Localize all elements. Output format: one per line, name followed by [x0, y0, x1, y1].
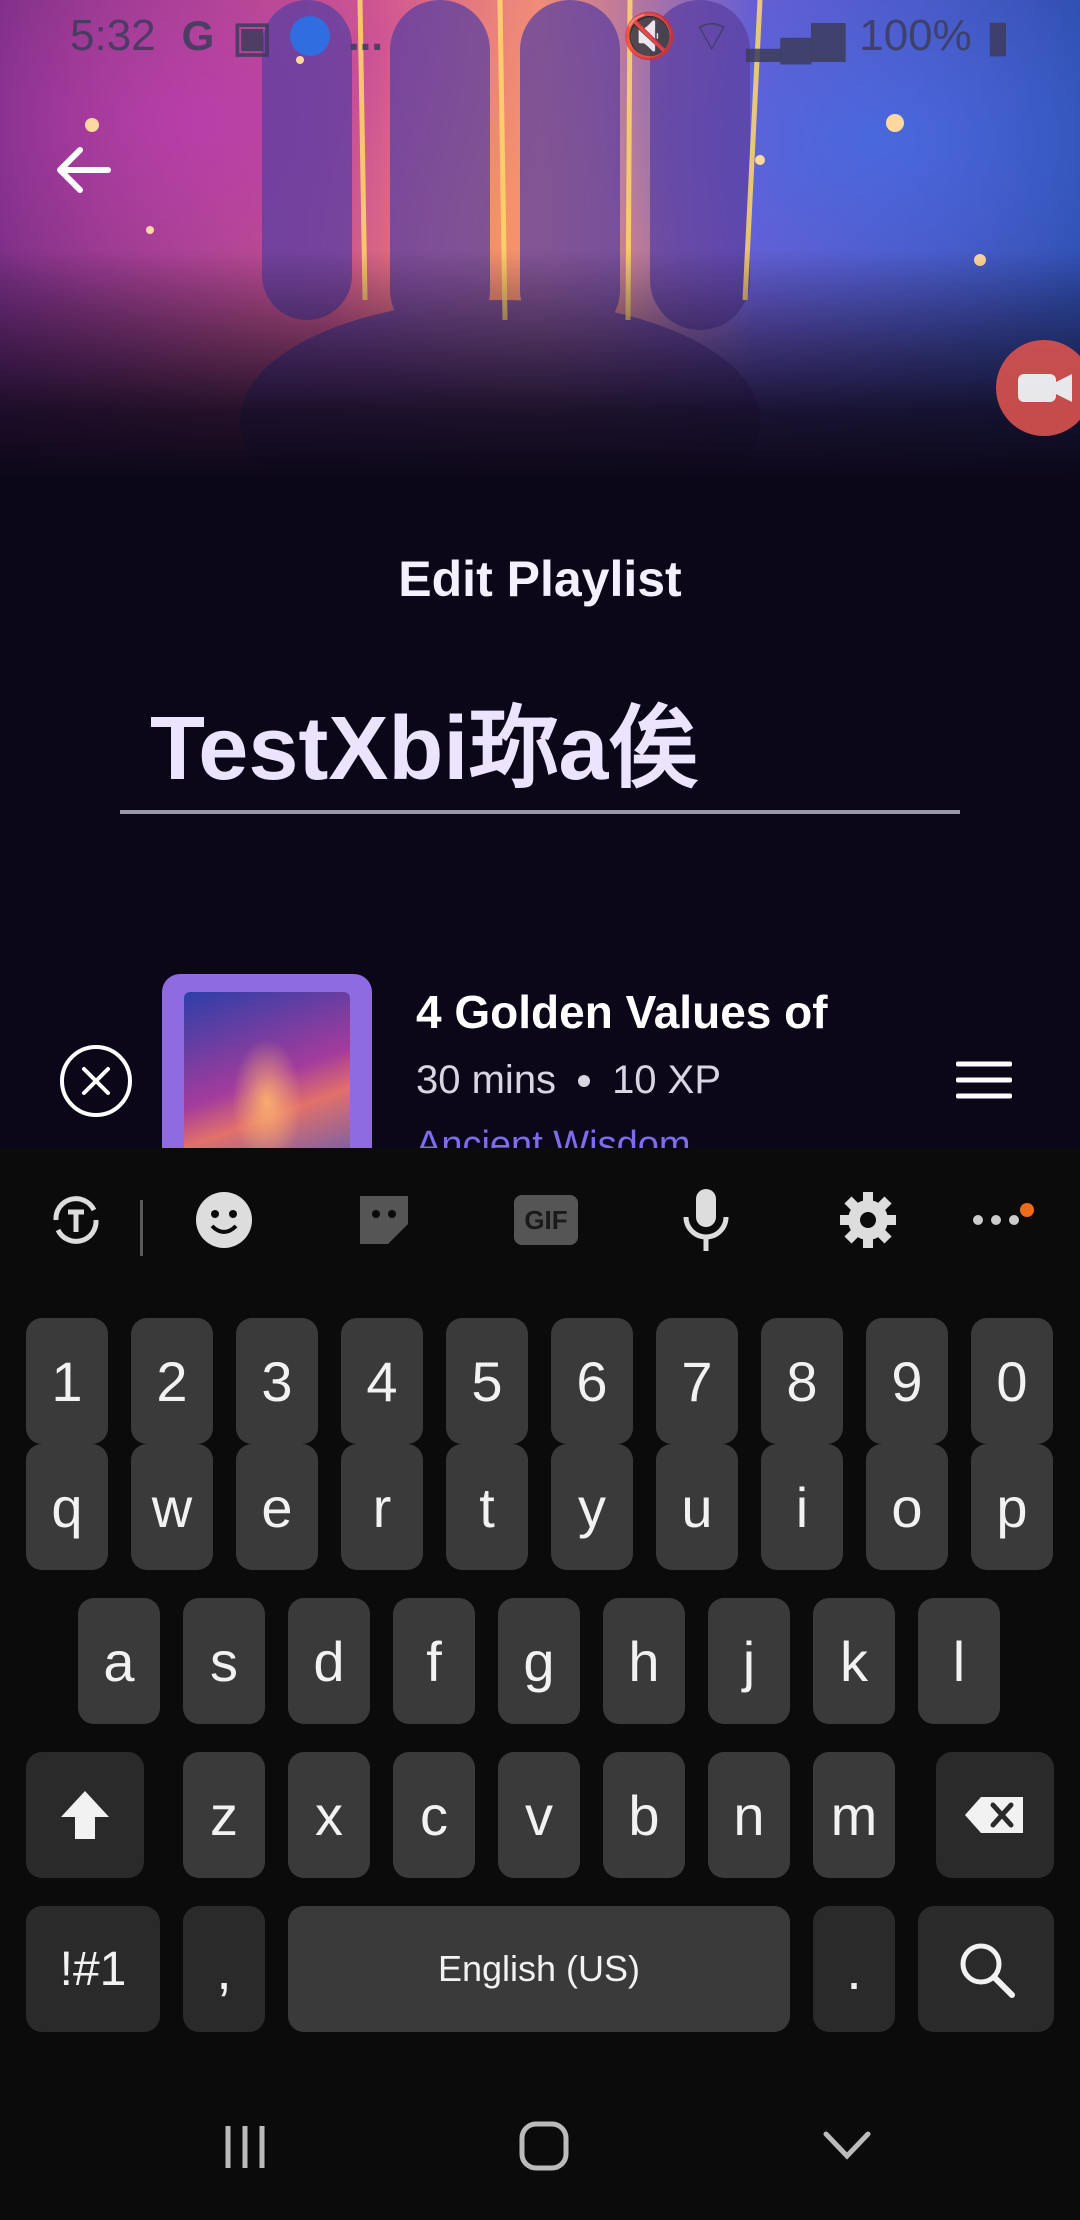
key-d[interactable]: d: [288, 1598, 370, 1724]
hand-illustration: [85, 0, 986, 480]
key-r[interactable]: r: [341, 1444, 423, 1570]
playlist-name-input[interactable]: [120, 680, 960, 800]
video-record-icon: [1018, 374, 1072, 402]
key-j[interactable]: j: [708, 1598, 790, 1724]
search-key[interactable]: [918, 1906, 1054, 2032]
key-3[interactable]: 3: [236, 1318, 318, 1444]
home-icon[interactable]: [518, 2120, 570, 2172]
search-icon: [960, 1943, 1015, 1998]
key-n[interactable]: n: [708, 1752, 790, 1878]
duration-label: 30 mins: [416, 1058, 557, 1102]
key-p[interactable]: p: [971, 1444, 1053, 1570]
battery-text: 100%: [859, 11, 972, 60]
status-time: 5:32: [70, 11, 156, 60]
key-8[interactable]: 8: [761, 1318, 843, 1444]
key-5[interactable]: 5: [446, 1318, 528, 1444]
symbols-key[interactable]: !#1: [26, 1906, 160, 2032]
more-options-button[interactable]: [964, 1188, 1028, 1252]
emoji-button[interactable]: [192, 1188, 256, 1252]
notification-dot: [1020, 1203, 1034, 1217]
battery-icon: ▮: [985, 11, 1010, 61]
system-nav-bar: [0, 2080, 1080, 2220]
key-f[interactable]: f: [393, 1598, 475, 1724]
key-q[interactable]: q: [26, 1444, 108, 1570]
keyboard-settings-button[interactable]: [836, 1188, 900, 1252]
backspace-key[interactable]: [936, 1752, 1054, 1878]
teams-icon: ▣: [232, 12, 272, 60]
signal-icon: ▂▄▆: [746, 11, 846, 61]
key-v[interactable]: v: [498, 1752, 580, 1878]
comma-key[interactable]: ,: [183, 1906, 265, 2032]
shift-key[interactable]: [26, 1752, 144, 1878]
translate-button[interactable]: [44, 1188, 108, 1252]
key-0[interactable]: 0: [971, 1318, 1053, 1444]
key-k[interactable]: k: [813, 1598, 895, 1724]
translate-icon: [53, 1196, 99, 1244]
backspace-icon: [965, 1797, 1023, 1833]
key-g[interactable]: g: [498, 1598, 580, 1724]
playlist-item-title: 4 Golden Values of: [416, 986, 828, 1038]
toolbar-separator: [140, 1200, 143, 1256]
google-icon: G: [181, 12, 215, 59]
app-notification-icon: [290, 16, 330, 56]
key-b[interactable]: b: [603, 1752, 685, 1878]
period-key[interactable]: .: [813, 1906, 895, 2032]
status-bar: 5:32 G ▣ ... 🔇 ⌔ ▂▄▆ 100% ▮: [0, 0, 1080, 72]
sticker-icon: [360, 1196, 408, 1244]
key-t[interactable]: t: [446, 1444, 528, 1570]
drag-handle-icon: [955, 1061, 1013, 1099]
back-chevron-icon[interactable]: [822, 2130, 872, 2162]
separator-dot: [578, 1074, 591, 1087]
sticker-button[interactable]: [352, 1188, 416, 1252]
wifi-icon: ⌔: [691, 11, 733, 61]
close-icon: [82, 1067, 110, 1095]
emoji-icon: [196, 1192, 252, 1248]
back-button[interactable]: [52, 138, 116, 202]
keyboard: GIF 1 2 3 4 5 6 7 8 9 0 q w e r t y u i …: [0, 1148, 1080, 2220]
recents-icon[interactable]: [220, 2122, 270, 2172]
xp-label: 10 XP: [612, 1058, 722, 1102]
key-z[interactable]: z: [183, 1752, 265, 1878]
key-l[interactable]: l: [918, 1598, 1000, 1724]
key-h[interactable]: h: [603, 1598, 685, 1724]
gif-button[interactable]: GIF: [514, 1195, 578, 1245]
key-2[interactable]: 2: [131, 1318, 213, 1444]
drag-handle-button[interactable]: [955, 1060, 1013, 1100]
microphone-icon: [683, 1189, 729, 1251]
key-4[interactable]: 4: [341, 1318, 423, 1444]
key-w[interactable]: w: [131, 1444, 213, 1570]
arrow-left-icon: [57, 147, 111, 193]
playlist-item-thumbnail: [162, 974, 372, 1174]
more-notifications-icon: ...: [348, 12, 384, 59]
thumbnail-image: [184, 992, 350, 1174]
key-1[interactable]: 1: [26, 1318, 108, 1444]
keyboard-toolbar: GIF: [0, 1148, 1080, 1288]
remove-item-button[interactable]: [60, 1045, 132, 1117]
key-x[interactable]: x: [288, 1752, 370, 1878]
key-7[interactable]: 7: [656, 1318, 738, 1444]
shift-icon: [61, 1791, 109, 1839]
key-c[interactable]: c: [393, 1752, 475, 1878]
key-i[interactable]: i: [761, 1444, 843, 1570]
more-icon: [973, 1215, 1019, 1225]
key-o[interactable]: o: [866, 1444, 948, 1570]
key-s[interactable]: s: [183, 1598, 265, 1724]
voice-input-button[interactable]: [674, 1188, 738, 1252]
page-title: Edit Playlist: [398, 551, 682, 607]
input-underline: [120, 810, 960, 814]
status-right: 🔇 ⌔ ▂▄▆ 100% ▮: [622, 9, 1010, 64]
key-e[interactable]: e: [236, 1444, 318, 1570]
space-key[interactable]: English (US): [288, 1906, 790, 2032]
mute-icon: 🔇: [622, 12, 677, 61]
key-u[interactable]: u: [656, 1444, 738, 1570]
key-6[interactable]: 6: [551, 1318, 633, 1444]
key-9[interactable]: 9: [866, 1318, 948, 1444]
key-y[interactable]: y: [551, 1444, 633, 1570]
header-artwork: [0, 0, 1080, 480]
key-a[interactable]: a: [78, 1598, 160, 1724]
settings-icon: [840, 1192, 896, 1248]
playlist-item-meta: 30 mins 10 XP: [416, 1058, 721, 1103]
key-m[interactable]: m: [813, 1752, 895, 1878]
